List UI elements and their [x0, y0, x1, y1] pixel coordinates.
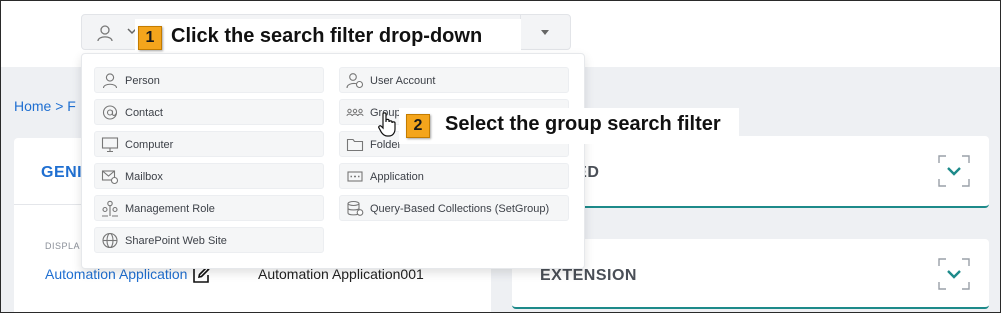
menu-item-user-account[interactable]: User Account [339, 67, 569, 93]
application-icon [347, 171, 363, 182]
folder-icon [346, 138, 364, 152]
breadcrumb[interactable]: Home > F [14, 98, 76, 114]
menu-item-label: Person [125, 75, 160, 87]
screenshot-frame: Home > F GENI DISPLA Automation Applicat… [0, 0, 1001, 313]
menu-item-label: Mailbox [125, 171, 163, 183]
callout-1-text: Click the search filter drop-down [171, 25, 483, 47]
menu-item-label: Management Role [125, 203, 215, 215]
mailbox-icon [101, 170, 119, 185]
hand-cursor-icon [378, 112, 396, 137]
menu-item-label: Application [370, 171, 424, 183]
menu-item-computer[interactable]: Computer [94, 131, 324, 157]
menu-item-label: SharePoint Web Site [125, 235, 227, 247]
extension-card-title: EXTENSION [540, 267, 637, 284]
menu-item-person[interactable]: Person [94, 67, 324, 93]
callout-2-text: Select the group search filter [445, 113, 721, 135]
callout-2-badge: 2 [406, 114, 430, 138]
menu-item-label: Contact [125, 107, 163, 119]
user-account-icon [346, 73, 364, 89]
search-filter-menu: Person Contact Computer Mailbox Manageme… [81, 53, 585, 269]
computer-icon [101, 137, 119, 153]
menu-item-label: Query-Based Collections (SetGroup) [370, 203, 550, 215]
menu-item-label: Computer [125, 139, 174, 151]
expand-button[interactable] [937, 154, 971, 188]
display-name-label: DISPLA [45, 241, 81, 251]
management-role-icon [102, 200, 118, 217]
menu-item-mailbox[interactable]: Mailbox [94, 163, 324, 189]
expand-button[interactable] [937, 257, 971, 291]
caret-down-icon[interactable] [540, 27, 550, 37]
menu-item-management-role[interactable]: Management Role [94, 195, 324, 221]
group-icon [346, 108, 364, 117]
menu-item-label: Folder [370, 139, 402, 151]
general-card-title: GENI [41, 164, 83, 181]
database-icon [347, 200, 364, 216]
menu-item-sharepoint-web-site[interactable]: SharePoint Web Site [94, 227, 324, 253]
menu-item-label: User Account [370, 75, 436, 87]
at-sign-icon [102, 105, 118, 120]
person-icon [102, 73, 118, 89]
menu-item-query-based-collections[interactable]: Query-Based Collections (SetGroup) [339, 195, 569, 221]
person-icon[interactable] [96, 24, 114, 42]
callout-1-badge: 1 [138, 26, 162, 50]
menu-item-contact[interactable]: Contact [94, 99, 324, 125]
menu-item-application[interactable]: Application [339, 163, 569, 189]
globe-icon [102, 232, 118, 249]
